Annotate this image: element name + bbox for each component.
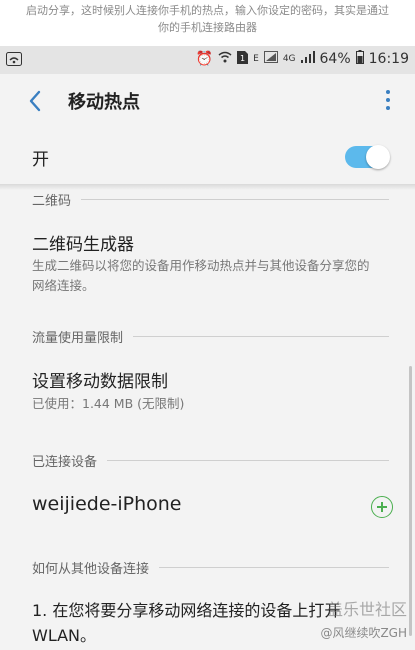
scrollbar[interactable] bbox=[409, 366, 412, 636]
qr-generator-description: 生成二维码以将您的设备用作移动热点并与其他设备分享您的网络连接。 bbox=[32, 258, 370, 293]
section-header-connected-label: 已连接设备 bbox=[32, 455, 98, 470]
app-bar: 移动热点 bbox=[0, 74, 415, 130]
lte-label: 4G bbox=[282, 54, 296, 64]
status-bar: ⏰ 1 E 4G 64% 16:19 bbox=[0, 46, 415, 74]
qr-generator-item[interactable]: 二维码生成器 bbox=[32, 230, 134, 255]
signal-1-icon bbox=[263, 51, 278, 67]
section-header-connected: 已连接设备 bbox=[32, 451, 389, 470]
page-title: 移动热点 bbox=[68, 92, 140, 113]
section-header-howto: 如何从其他设备连接 bbox=[32, 558, 389, 577]
section-header-data-limit: 流量使用量限制 bbox=[32, 327, 389, 346]
section-header-data-limit-label: 流量使用量限制 bbox=[32, 331, 124, 346]
watermark-community: 盖乐世社区 bbox=[326, 600, 407, 619]
watermark-author: @风继续吹ZGH bbox=[320, 626, 407, 640]
section-header-qr: 二维码 bbox=[32, 190, 389, 209]
wifi-icon bbox=[218, 51, 232, 67]
set-data-limit-item[interactable]: 设置移动数据限制 bbox=[32, 367, 168, 392]
hotspot-switch[interactable] bbox=[345, 145, 390, 169]
back-button[interactable] bbox=[24, 86, 50, 116]
hotspot-toggle-label: 开 bbox=[32, 150, 49, 170]
hotspot-toggle-row[interactable]: 开 bbox=[0, 130, 415, 184]
signal-2-icon bbox=[300, 51, 315, 67]
battery-percent: 64% bbox=[319, 51, 351, 67]
add-device-button[interactable] bbox=[371, 496, 393, 518]
section-header-howto-label: 如何从其他设备连接 bbox=[32, 562, 150, 577]
tutorial-caption: 启动分享，这时候别人连接你手机的热点，输入你设定的密码，其实是通过 你的手机连接… bbox=[0, 0, 415, 46]
alarm-icon: ⏰ bbox=[195, 51, 214, 67]
sim-icon: 1 bbox=[237, 50, 249, 68]
more-options-button[interactable] bbox=[383, 88, 393, 114]
switch-knob bbox=[366, 145, 390, 169]
battery-icon bbox=[355, 50, 364, 68]
phone-screen: ⏰ 1 E 4G 64% 16:19 移动热点 开 二维码 二维码生成器 生成二… bbox=[0, 46, 415, 650]
caption-line-1: 启动分享，这时候别人连接你手机的热点，输入你设定的密码，其实是通过 bbox=[26, 4, 389, 17]
data-usage-status: 已使用：1.44 MB (无限制) bbox=[32, 396, 185, 411]
svg-text:1: 1 bbox=[240, 54, 245, 63]
caption-line-2: 你的手机连接路由器 bbox=[158, 21, 257, 34]
clock: 16:19 bbox=[368, 51, 409, 67]
back-arrow-icon bbox=[29, 90, 41, 112]
hotspot-status-icon bbox=[6, 52, 22, 70]
network-type-label: E bbox=[253, 54, 259, 64]
section-header-qr-label: 二维码 bbox=[32, 194, 72, 209]
connected-device-name: weijiede-iPhone bbox=[32, 493, 182, 515]
